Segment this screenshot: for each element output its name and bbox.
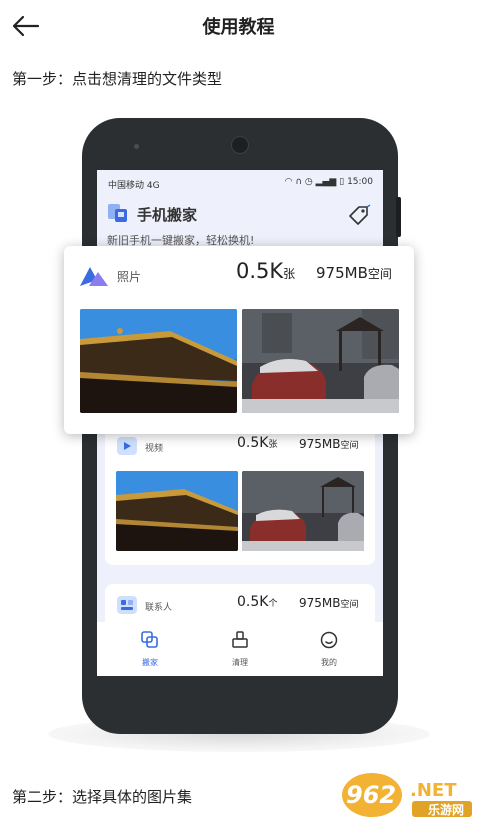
tab-mine-label: 我的 [321, 658, 337, 667]
photos-count: 0.5K张 [236, 259, 296, 283]
mountain-photo-icon [80, 267, 108, 286]
video-count: 0.5K张 [237, 435, 278, 451]
svg-text:.NET: .NET [410, 780, 457, 801]
palace-roof-photo [116, 471, 238, 551]
contacts-icon [117, 596, 137, 614]
phone-camera [231, 136, 249, 154]
bottom-tab-bar: 搬家 清理 我的 [97, 622, 383, 676]
alarm-icon: ◷ [304, 177, 313, 187]
phone-transfer-icon [108, 204, 127, 222]
palace-roof-photo-large [80, 309, 237, 413]
wifi-icon: ◠ [284, 177, 293, 187]
video-card[interactable]: 视频 0.5K张 975MB空间 [105, 425, 375, 565]
photos-label: 照片 [117, 270, 142, 284]
smiley-icon [320, 631, 338, 649]
photos-size: 975MB空间 [316, 264, 392, 282]
status-icons: ◠ ∩ ◷ ▂▄▆ ▯ 15:00 [285, 177, 373, 187]
contacts-label: 联系人 [145, 603, 173, 613]
video-label: 视频 [145, 444, 164, 454]
step-two-text: 第二步：选择具体的图片集 [12, 788, 193, 806]
tab-mine[interactable]: 我的 [299, 630, 359, 668]
photos-card-highlight[interactable]: 照片 0.5K张 975MB空间 [64, 246, 414, 434]
top-bar: 使用教程 [0, 0, 477, 52]
svg-text:962: 962 [346, 781, 396, 809]
phone-sensor-dot [134, 144, 139, 149]
battery-icon: ▯ [339, 177, 345, 187]
snowy-car-photo-large [242, 309, 399, 413]
phone-side-button [396, 197, 401, 237]
tab-clean[interactable]: 清理 [210, 630, 270, 668]
contacts-size: 975MB空间 [299, 596, 359, 610]
status-bar: 中国移动 4G ◠ ∩ ◷ ▂▄▆ ▯ 15:00 [97, 170, 383, 196]
move-icon [141, 631, 158, 648]
tab-clean-label: 清理 [232, 658, 248, 667]
snowy-car-photo [242, 471, 364, 551]
status-time: 15:00 [347, 177, 373, 187]
video-icon [117, 437, 137, 455]
step-one-text: 第一步：点击想清理的文件类型 [12, 70, 223, 88]
app-title: 手机搬家 [137, 206, 198, 224]
tab-move[interactable]: 搬家 [120, 630, 180, 668]
brush-icon [232, 631, 248, 648]
headphone-icon: ∩ [295, 177, 302, 187]
carrier-label: 中国移动 4G [108, 181, 160, 191]
contacts-count: 0.5K个 [237, 594, 278, 610]
svg-text:乐游网: 乐游网 [428, 802, 464, 817]
tag-icon[interactable] [345, 204, 371, 228]
video-size: 975MB空间 [299, 437, 359, 451]
signal-icon: ▂▄▆ [315, 177, 337, 187]
site-watermark-logo: 962 .NET 乐游网 [338, 770, 474, 820]
page-title: 使用教程 [202, 17, 275, 38]
tab-move-label: 搬家 [142, 658, 158, 667]
